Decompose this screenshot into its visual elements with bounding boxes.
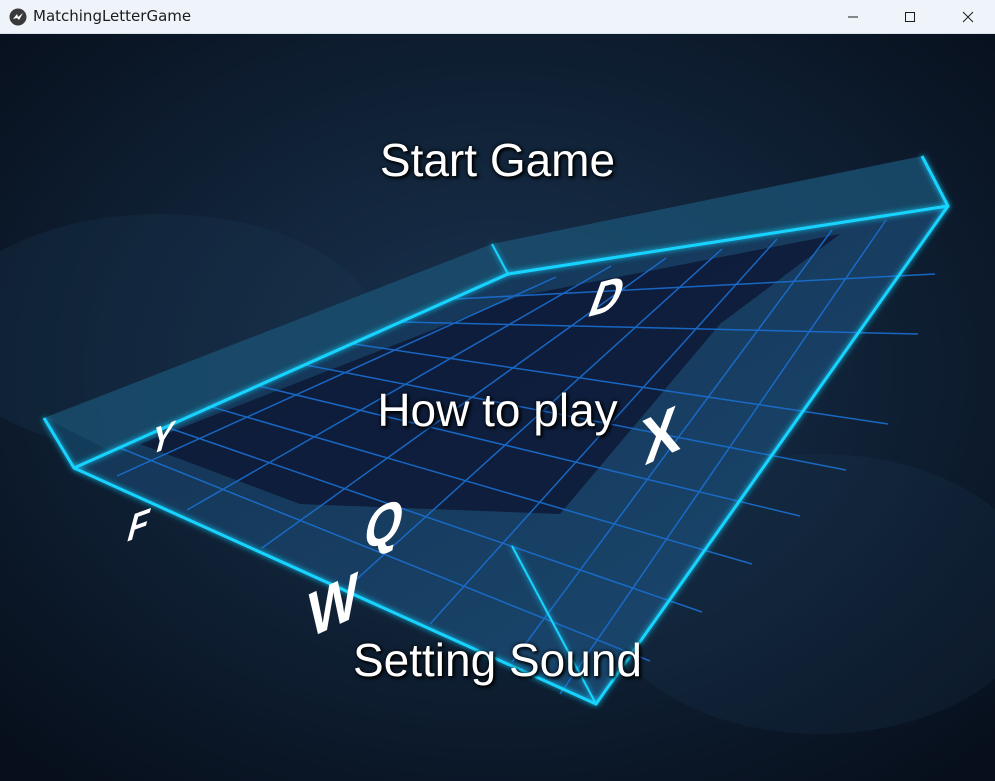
minimize-button[interactable] [830,0,876,33]
setting-sound-label: Setting Sound [352,634,642,686]
close-icon [962,11,974,22]
window-title: MatchingLetterGame [33,7,192,25]
setting-sound-button[interactable]: Setting Sound [0,632,995,688]
maximize-icon [905,11,915,22]
title-bar: MatchingLetterGame [0,0,995,34]
minimize-icon [848,16,858,17]
start-game-label: Start Game [379,134,616,186]
close-button[interactable] [945,0,991,33]
how-to-play-label: How to play [377,384,618,436]
maximize-button[interactable] [887,0,933,33]
start-game-button[interactable]: Start Game [0,132,995,188]
how-to-play-button[interactable]: How to play [0,382,995,438]
kivy-logo-icon [9,8,27,26]
game-scene: D Y X T W Q F Start Game How to play Set… [0,34,995,781]
app-window: MatchingLetterGame D Y X W Q F Start Gam… [0,0,995,781]
